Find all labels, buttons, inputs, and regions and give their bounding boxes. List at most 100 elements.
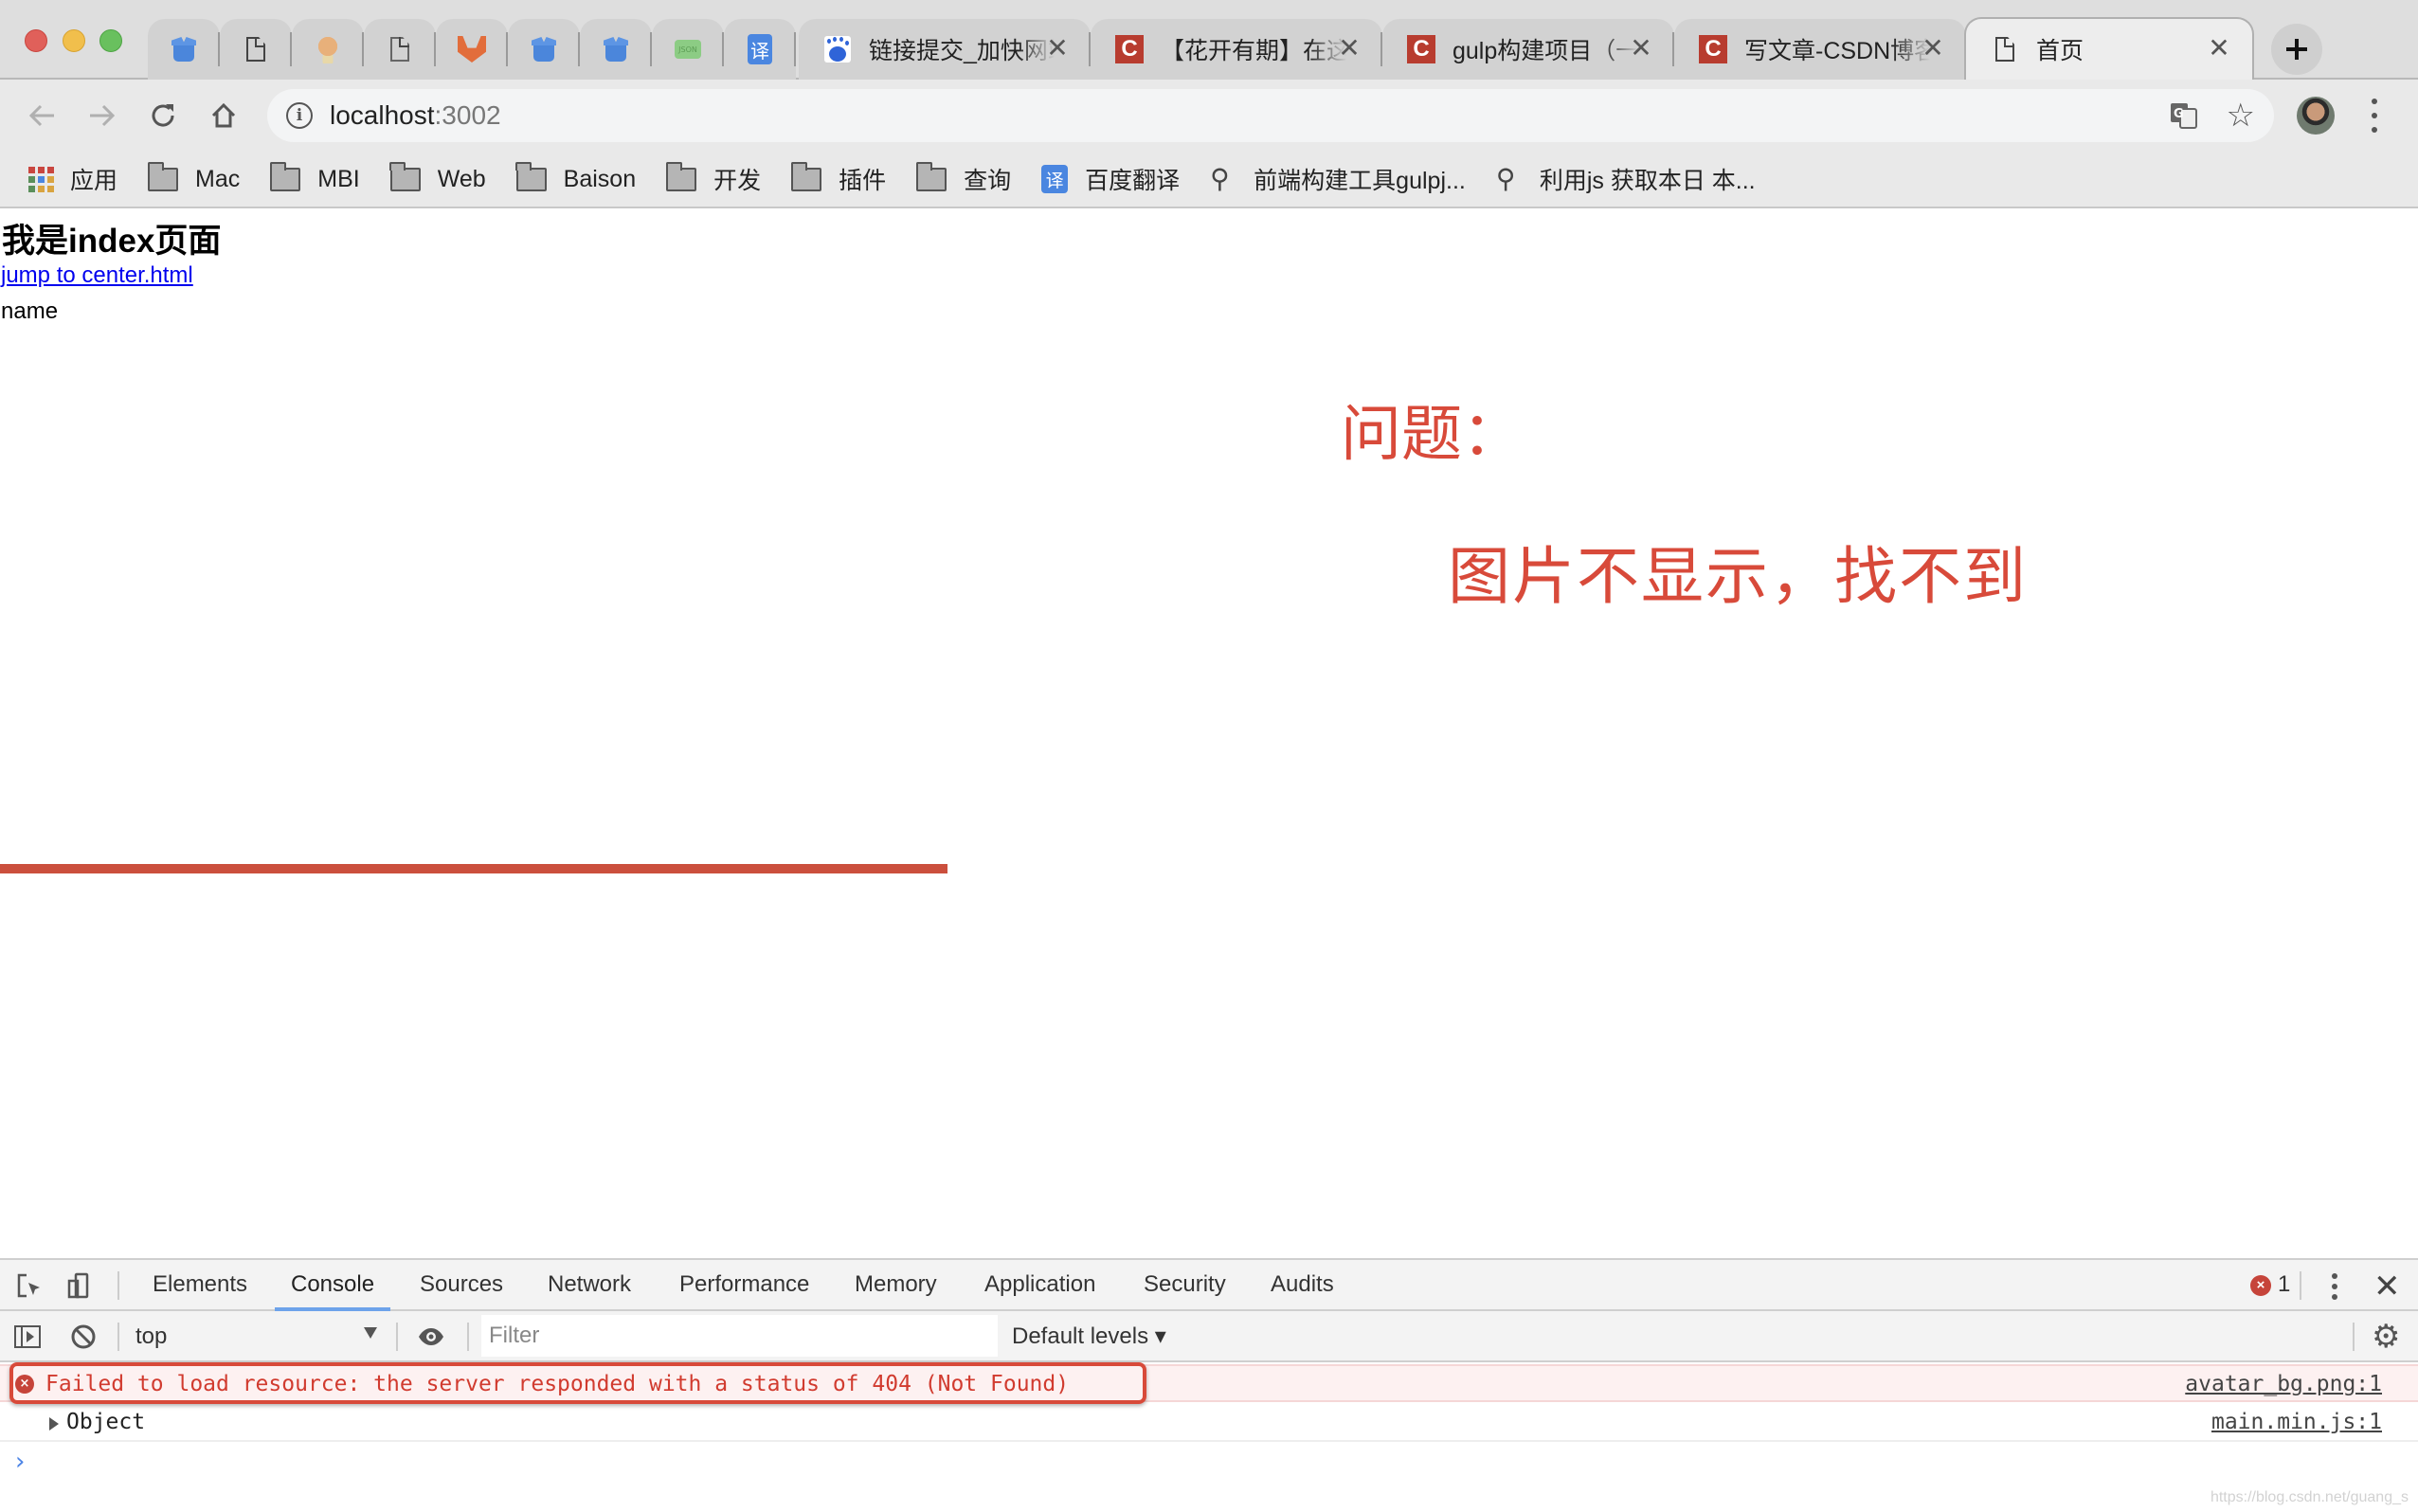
reload-button[interactable] xyxy=(144,97,182,135)
tab[interactable]: 链接提交_加快网站收录 ✕ xyxy=(799,19,1091,80)
gear-icon[interactable]: ⚙ xyxy=(2372,1321,2400,1353)
folder-icon xyxy=(389,161,421,191)
expand-triangle-icon[interactable] xyxy=(49,1417,59,1431)
close-icon[interactable]: ✕ xyxy=(1045,35,1070,62)
annotation-highlight-box xyxy=(9,1362,1146,1404)
window-maximize-button[interactable] xyxy=(99,29,122,52)
center-link[interactable]: jump to center.html xyxy=(1,262,193,289)
pinned-tab[interactable] xyxy=(436,19,508,80)
devtools-tab-security[interactable]: Security xyxy=(1128,1260,1242,1309)
forward-button[interactable] xyxy=(83,97,121,135)
folder-icon xyxy=(665,161,697,191)
devtools-tab-application[interactable]: Application xyxy=(968,1260,1111,1309)
bookmark-folder[interactable]: 查询 xyxy=(915,161,1011,196)
arrow-left-icon xyxy=(28,104,54,127)
bookmark-link[interactable]: ⚲ 利用js 获取本日 本... xyxy=(1496,162,1756,196)
back-button[interactable] xyxy=(23,97,61,135)
devtools-tab-performance[interactable]: Performance xyxy=(663,1260,825,1309)
pinned-tab[interactable] xyxy=(292,19,364,80)
pinned-tab[interactable] xyxy=(364,19,436,80)
close-icon[interactable]: ✕ xyxy=(1337,35,1362,62)
translate-icon: 译 xyxy=(1041,165,1069,193)
browser-toolbar: i localhost:3002 G ☆ xyxy=(0,80,2418,152)
window-minimize-button[interactable] xyxy=(63,29,85,52)
console-source-link[interactable]: main.min.js:1 xyxy=(2211,1410,2382,1434)
address-bar[interactable]: i localhost:3002 G ☆ xyxy=(267,89,2274,142)
devtools-close-button[interactable]: ✕ xyxy=(2373,1268,2401,1305)
devtools-tab-audits[interactable]: Audits xyxy=(1254,1260,1350,1309)
pinned-tab[interactable]: JSON xyxy=(652,19,724,80)
page-heading: 我是index页面 xyxy=(2,223,222,260)
bookmark-folder[interactable]: Mac xyxy=(147,161,240,193)
plus-icon xyxy=(2286,39,2307,60)
apps-grid-dot xyxy=(38,167,45,173)
apps-grid-dot xyxy=(47,176,54,183)
window-close-button[interactable] xyxy=(25,29,47,52)
bookmark-baidu-translate[interactable]: 译百度翻译 xyxy=(1041,162,1180,196)
translate-page-icon[interactable]: G xyxy=(2170,101,2198,130)
console-message-text[interactable]: Object xyxy=(66,1410,145,1434)
profile-avatar[interactable] xyxy=(2297,97,2335,135)
console-filter-input[interactable] xyxy=(481,1315,998,1357)
context-selector[interactable]: top xyxy=(135,1321,387,1353)
close-icon[interactable]: ✕ xyxy=(2207,35,2231,62)
box-icon xyxy=(530,35,558,63)
bookmark-apps[interactable]: 应用 xyxy=(28,162,117,196)
apps-grid-dot xyxy=(38,186,45,192)
inspect-element-icon[interactable] xyxy=(15,1271,44,1300)
pinned-tab[interactable] xyxy=(148,19,220,80)
annotation-text: 图片不显示，找不到 xyxy=(1448,541,2028,611)
eye-icon[interactable] xyxy=(417,1323,445,1351)
tab[interactable]: C 写文章-CSDN博客 ✕ xyxy=(1674,19,1966,80)
error-count[interactable]: 1 xyxy=(2278,1271,2290,1298)
bookmark-folder[interactable]: 插件 xyxy=(790,161,886,196)
sidebar-toggle-icon[interactable] xyxy=(13,1323,42,1351)
apps-grid-dot xyxy=(28,186,35,192)
pinned-tab[interactable]: 译 xyxy=(724,19,796,80)
clear-console-icon[interactable] xyxy=(69,1323,98,1351)
bookmark-folder[interactable]: Web xyxy=(389,161,486,193)
bookmark-link[interactable]: ⚲ 前端构建工具gulpj... xyxy=(1210,162,1466,196)
console-prompt[interactable]: › xyxy=(15,1448,25,1476)
console-toolbar: top Default levels ▾ ⚙ xyxy=(0,1311,2418,1362)
new-tab-button[interactable] xyxy=(2271,24,2322,75)
log-levels-dropdown[interactable]: Default levels ▾ xyxy=(1012,1321,1166,1353)
devtools-tab-sources[interactable]: Sources xyxy=(404,1260,519,1309)
arrow-right-icon xyxy=(90,104,116,127)
chevron-down-icon xyxy=(364,1327,377,1339)
bookmark-star-icon[interactable]: ☆ xyxy=(2227,97,2255,135)
tab-title: 写文章-CSDN博客 xyxy=(1744,38,1930,64)
console-log-message: Object main.min.js:1 xyxy=(0,1404,2418,1442)
browser-menu-button[interactable] xyxy=(2365,99,2384,133)
home-button[interactable] xyxy=(205,97,243,135)
tab-active[interactable]: 首页 ✕ xyxy=(1964,17,2254,80)
devtools-tab-memory[interactable]: Memory xyxy=(839,1260,953,1309)
bookmark-folder[interactable]: MBI xyxy=(269,161,360,193)
devtools-tab-console[interactable]: Console xyxy=(275,1260,391,1311)
devtools-menu-button[interactable] xyxy=(2330,1273,2339,1300)
translate-icon: 译 xyxy=(746,34,774,64)
devtools-tab-network[interactable]: Network xyxy=(532,1260,647,1309)
apps-grid-dot xyxy=(28,176,35,183)
pinned-tab[interactable] xyxy=(508,19,580,80)
tab[interactable]: C 【花开有期】在这里 ✕ xyxy=(1091,19,1382,80)
box-icon xyxy=(170,35,198,63)
bookmark-folder[interactable]: 开发 xyxy=(665,161,761,196)
tab[interactable]: C gulp构建项目（一） ✕ xyxy=(1382,19,1674,80)
pinned-tab[interactable] xyxy=(220,19,292,80)
apps-grid-dot xyxy=(47,186,54,192)
console-source-link[interactable]: avatar_bg.png:1 xyxy=(2185,1372,2382,1396)
pinned-tab[interactable] xyxy=(580,19,652,80)
folder-icon xyxy=(147,161,179,191)
watermark: https://blog.csdn.net/guang_s xyxy=(2210,1489,2409,1505)
devtools-tab-elements[interactable]: Elements xyxy=(136,1260,263,1309)
csdn-icon: C xyxy=(1407,35,1435,63)
name-text: name xyxy=(1,298,59,324)
close-icon[interactable]: ✕ xyxy=(1921,35,1945,62)
info-icon[interactable]: i xyxy=(286,102,313,129)
error-count-icon[interactable]: × xyxy=(2250,1275,2271,1296)
device-toolbar-icon[interactable] xyxy=(66,1271,95,1300)
bookmark-folder[interactable]: Baison xyxy=(515,161,636,193)
url-text[interactable]: localhost:3002 xyxy=(330,100,501,131)
close-icon[interactable]: ✕ xyxy=(1629,35,1653,62)
